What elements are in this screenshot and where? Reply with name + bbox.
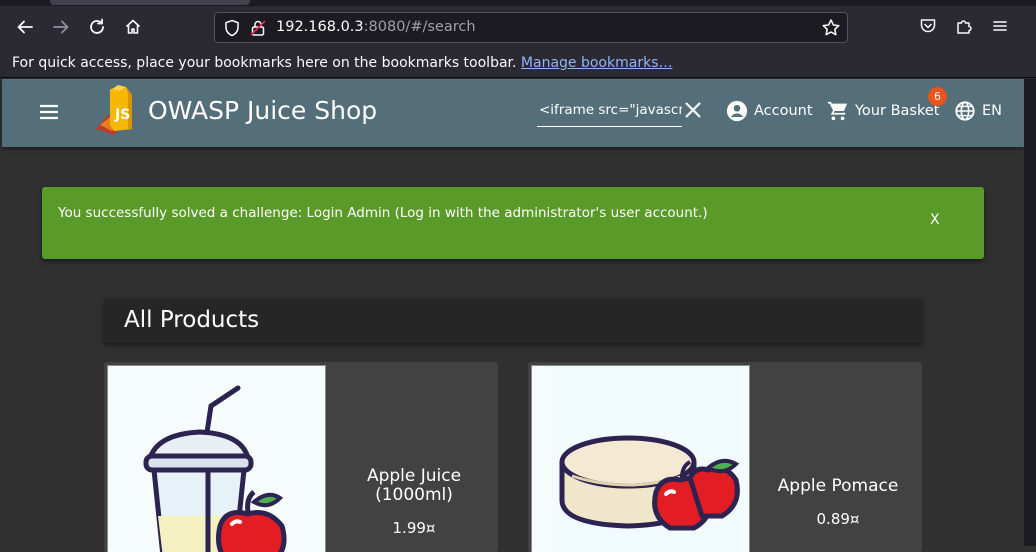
reload-button[interactable] <box>84 14 110 40</box>
bookmarks-hint-text: For quick access, place your bookmarks h… <box>12 55 517 71</box>
active-tab[interactable] <box>50 0 250 5</box>
product-price: 0.89¤ <box>816 510 860 528</box>
url-text[interactable]: 192.168.0.3:8080/#/search <box>276 19 476 35</box>
product-image[interactable] <box>107 365 326 552</box>
svg-text:JS: JS <box>114 107 130 123</box>
globe-icon <box>955 101 975 121</box>
url-host: 192.168.0.3 <box>276 19 364 35</box>
hamburger-icon <box>993 21 1007 31</box>
product-name-line2: (1000ml) <box>375 485 453 505</box>
account-label: Account <box>754 103 813 119</box>
banner-message: You successfully solved a challenge: Log… <box>58 205 708 221</box>
app-menu-button[interactable] <box>988 14 1012 38</box>
arrow-right-icon <box>53 20 69 34</box>
pocket-button[interactable] <box>916 14 940 38</box>
product-info: Apple Juice (1000ml) 1.99¤ <box>330 362 498 552</box>
puzzle-icon <box>957 20 972 34</box>
cart-icon <box>827 101 848 121</box>
window-edge <box>1024 79 1036 546</box>
url-path: :8080/#/search <box>363 19 476 35</box>
pocket-icon <box>920 19 936 33</box>
language-button[interactable]: EN <box>954 99 1002 123</box>
forward-button[interactable] <box>48 14 74 40</box>
product-info: Apple Pomace 0.89¤ <box>754 362 922 552</box>
search-value[interactable]: <iframe src="javascri <box>539 102 682 118</box>
insecure-lock-icon[interactable] <box>249 19 267 37</box>
bookmark-star-icon[interactable] <box>821 18 841 38</box>
basket-label: Your Basket <box>855 103 940 119</box>
home-icon <box>125 19 141 34</box>
tab-strip <box>0 0 1036 6</box>
url-bar[interactable]: 192.168.0.3:8080/#/search <box>214 12 848 43</box>
bookmarks-toolbar: For quick access, place your bookmarks h… <box>0 52 1036 78</box>
products-heading: All Products <box>104 299 922 343</box>
language-label: EN <box>982 103 1003 119</box>
app-title[interactable]: OWASP Juice Shop <box>148 96 377 125</box>
product-price: 1.99¤ <box>392 519 436 537</box>
apple-pomace-image <box>548 366 748 552</box>
manage-bookmarks-link[interactable]: Manage bookmarks… <box>521 55 673 71</box>
shield-icon[interactable] <box>223 19 241 37</box>
product-card-apple-pomace[interactable]: Apple Pomace 0.89¤ <box>528 362 922 552</box>
account-button[interactable]: Account <box>726 99 813 123</box>
basket-button[interactable]: Your Basket <box>827 99 939 123</box>
sidenav-menu-icon[interactable] <box>38 101 60 123</box>
extensions-button[interactable] <box>952 14 976 38</box>
banner-close-button[interactable]: X <box>930 212 940 228</box>
juice-shop-logo[interactable]: JS <box>92 85 140 137</box>
apple-juice-image <box>143 385 287 552</box>
account-circle-icon <box>726 100 748 122</box>
app-toolbar: JS OWASP Juice Shop <iframe src="javascr… <box>2 79 1024 147</box>
challenge-solved-banner: You successfully solved a challenge: Log… <box>42 187 984 259</box>
back-button[interactable] <box>12 14 38 40</box>
page-title: All Products <box>124 307 260 333</box>
product-card-apple-juice[interactable]: Apple Juice (1000ml) 1.99¤ <box>104 362 498 552</box>
search-input[interactable]: <iframe src="javascri <box>537 97 682 127</box>
browser-toolbar: 192.168.0.3:8080/#/search <box>0 0 1036 52</box>
product-name: Apple Juice <box>366 466 462 486</box>
product-name: Apple Pomace <box>777 476 899 496</box>
close-icon[interactable] <box>682 99 704 121</box>
bookmarks-hint: For quick access, place your bookmarks h… <box>12 55 672 71</box>
arrow-left-icon <box>17 20 33 34</box>
product-image[interactable] <box>531 365 750 552</box>
basket-count-badge: 6 <box>928 87 947 106</box>
reload-icon <box>90 18 104 34</box>
home-button[interactable] <box>120 14 146 40</box>
